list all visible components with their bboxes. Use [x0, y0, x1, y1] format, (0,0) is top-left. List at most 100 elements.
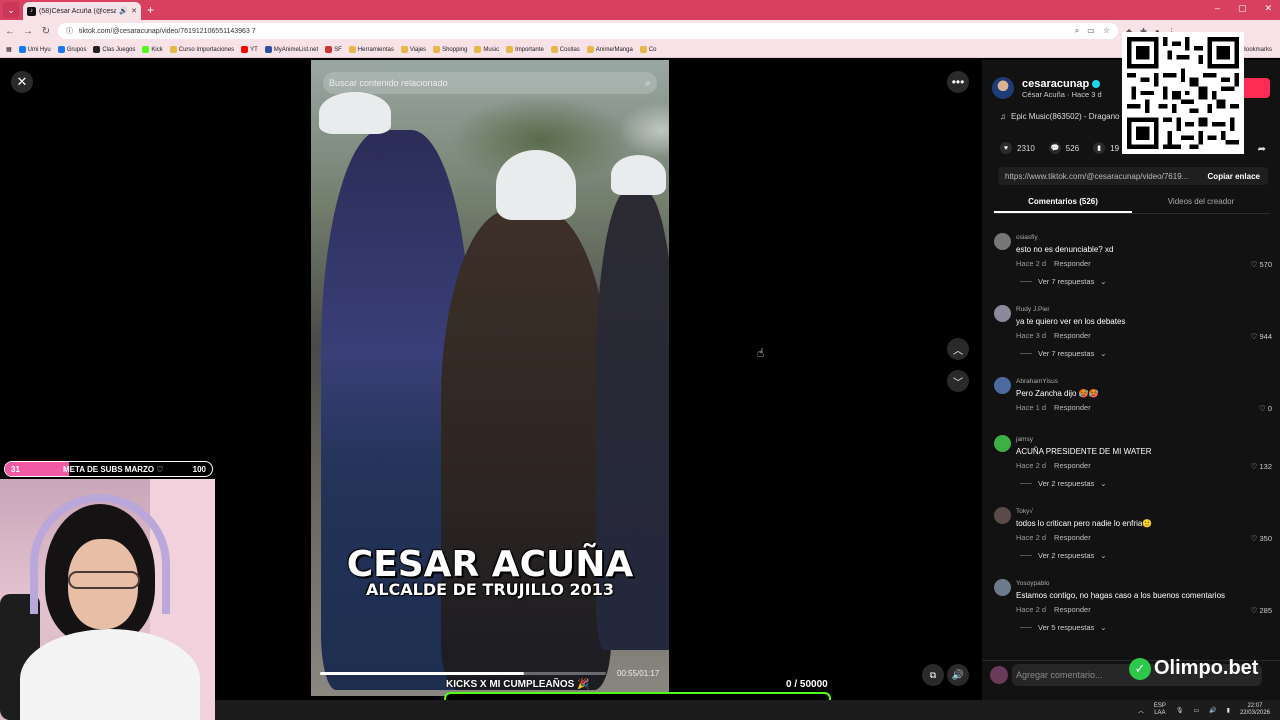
reply-button[interactable]: Responder	[1054, 461, 1091, 470]
sponsor-logo: ✓ Olimpo.bet	[1129, 657, 1258, 680]
battery-icon[interactable]: ▮	[1227, 707, 1230, 714]
reply-button[interactable]: Responder	[1054, 605, 1091, 614]
comment-like-button[interactable]: ♡ 350	[1251, 534, 1272, 543]
comment-like-button[interactable]: ♡ 285	[1251, 606, 1272, 615]
view-replies-button[interactable]: Ver 7 respuestas ⌄	[1020, 349, 1107, 358]
comment-like-button[interactable]: ♡ 570	[1251, 260, 1272, 269]
folder-icon	[586, 46, 594, 53]
close-window-button[interactable]: ✕	[1264, 3, 1272, 14]
bookmark-curso[interactable]: Curso Importaciones	[169, 46, 234, 53]
apps-icon[interactable]: ▦	[6, 46, 12, 53]
bookmark-shopping[interactable]: Shopping	[433, 46, 467, 53]
tab-comments[interactable]: Comentarios (526)	[994, 192, 1132, 213]
video-link[interactable]: https://www.tiktok.com/@cesaracunap/vide…	[1005, 172, 1200, 181]
bookmark-mal[interactable]: MyAnimeList.net	[264, 46, 318, 53]
clock[interactable]: 22:07 22/03/2026	[1240, 703, 1270, 717]
view-replies-button[interactable]: Ver 7 respuestas ⌄	[1020, 277, 1107, 286]
zoom-icon[interactable]: ⌕	[1075, 26, 1079, 36]
like-button[interactable]: ♥ 2310	[1000, 142, 1035, 154]
cast-icon[interactable]: ▭	[1087, 26, 1095, 36]
bookmark-grupos[interactable]: Grupos	[57, 46, 86, 53]
chevron-down-icon: ﹀	[953, 377, 963, 389]
bookmark-music[interactable]: Music	[474, 46, 499, 53]
site-info-icon[interactable]: ⓘ	[66, 26, 73, 36]
panel-tabs: Comentarios (526) Videos del creador	[994, 192, 1270, 214]
back-icon[interactable]: ←	[2, 26, 18, 37]
bookmark-herramientas[interactable]: Herramientas	[348, 46, 394, 53]
picture-in-picture-button[interactable]: ⧉	[922, 664, 944, 686]
comment-like-count: 132	[1259, 462, 1272, 471]
video-progress-bar[interactable]	[320, 672, 606, 675]
bookmark-yt[interactable]: YT	[241, 46, 258, 53]
music-info[interactable]: ♫ Epic Music(863502) - Dragano	[1000, 112, 1120, 121]
minimize-button[interactable]: –	[1215, 3, 1220, 14]
commenter-name[interactable]: AbrahamYisus	[1016, 378, 1058, 385]
folder-icon	[348, 46, 356, 53]
commenter-avatar[interactable]	[994, 305, 1011, 322]
commenter-avatar[interactable]	[994, 579, 1011, 596]
bookmark-cositas[interactable]: Cositas	[550, 46, 580, 53]
commenter-name[interactable]: Toky√	[1016, 508, 1033, 515]
folder-icon	[169, 46, 177, 53]
reply-button[interactable]: Responder	[1054, 331, 1091, 340]
view-replies-button[interactable]: Ver 2 respuestas ⌄	[1020, 479, 1107, 488]
volume-tray-icon[interactable]: 🔊	[1209, 707, 1216, 714]
new-tab-button[interactable]: +	[147, 3, 154, 17]
related-search-input[interactable]: Buscar contenido relacionado ⌕	[323, 72, 657, 94]
search-icon[interactable]: ⌕	[645, 78, 651, 89]
reply-button[interactable]: Responder	[1054, 533, 1091, 542]
hand-cursor-icon: ☝	[757, 346, 765, 360]
bookmark-star-icon[interactable]: ☆	[1103, 26, 1110, 36]
bookmark-umi[interactable]: Umi Hyu	[18, 46, 51, 53]
tab-close-icon[interactable]: ✕	[131, 7, 137, 15]
tray-chevron-icon[interactable]: ︿	[1138, 706, 1144, 715]
audio-icon[interactable]: 🔊	[119, 7, 128, 15]
creator-avatar[interactable]	[992, 77, 1014, 99]
commenter-name[interactable]: osiasfiy	[1016, 234, 1038, 241]
close-video-button[interactable]: ✕	[11, 71, 33, 93]
bookmark-sf[interactable]: SF	[325, 46, 342, 53]
tab-search-icon[interactable]: ⌄	[3, 2, 19, 18]
save-button[interactable]: ▮ 19	[1093, 142, 1119, 154]
commenter-name[interactable]: Yosoypablo	[1016, 580, 1049, 587]
commenter-avatar[interactable]	[994, 435, 1011, 452]
reply-button[interactable]: Responder	[1054, 259, 1091, 268]
monitor-icon[interactable]: ▭	[1194, 707, 1200, 714]
comment-like-button[interactable]: ♡ 132	[1251, 462, 1272, 471]
commenter-name[interactable]: jamsy	[1016, 436, 1033, 443]
next-video-button[interactable]: ﹀	[947, 370, 969, 392]
mic-icon[interactable]: 🎙	[1176, 707, 1184, 714]
bookmark-kick[interactable]: Kick	[142, 46, 163, 53]
maximize-button[interactable]: ▢	[1238, 3, 1247, 14]
bookmark-co[interactable]: Co	[639, 46, 657, 53]
bookmark-viajes[interactable]: Viajes	[400, 46, 426, 53]
url-input[interactable]: ⓘ tiktok.com/@cesaracunap/video/76191210…	[58, 23, 1118, 39]
windows-taskbar: ︿ ESP LAA 🎙 ▭ 🔊 ▮ 22:07 22/03/2026	[215, 700, 1280, 720]
bookmark-importante[interactable]: Importante	[506, 46, 544, 53]
comment-like-button[interactable]: ♡ 944	[1251, 332, 1272, 341]
creator-username[interactable]: cesaracunap	[1022, 78, 1102, 90]
bookmark-clas-juegos[interactable]: Clas Juegos	[93, 46, 135, 53]
view-replies-button[interactable]: Ver 2 respuestas ⌄	[1020, 551, 1107, 560]
folder-icon	[433, 46, 441, 53]
forward-icon[interactable]: →	[20, 26, 36, 37]
browser-tab-active[interactable]: ♪ (58)César Acuña (@cesaracunap) 🔊 ✕	[23, 2, 141, 20]
tab-creator-videos[interactable]: Videos del creador	[1132, 192, 1270, 213]
comment-like-button[interactable]: ♡ 0	[1259, 404, 1272, 413]
language-indicator[interactable]: ESP LAA	[1154, 703, 1166, 717]
volume-button[interactable]: 🔊	[947, 664, 969, 686]
reload-icon[interactable]: ↻	[38, 26, 54, 37]
commenter-name[interactable]: Rudy J.Pier	[1016, 306, 1050, 313]
comment-button[interactable]: 💬 526	[1048, 142, 1079, 154]
video-player[interactable]: Buscar contenido relacionado ⌕ CESAR ACU…	[311, 60, 669, 696]
copy-link-button[interactable]: Copiar enlace	[1200, 172, 1268, 181]
commenter-avatar[interactable]	[994, 233, 1011, 250]
bookmark-anime[interactable]: Anime/Manga	[586, 46, 633, 53]
commenter-avatar[interactable]	[994, 377, 1011, 394]
commenter-avatar[interactable]	[994, 507, 1011, 524]
previous-video-button[interactable]: ︿	[947, 338, 969, 360]
share-icon[interactable]: ➦	[1258, 144, 1266, 155]
view-replies-button[interactable]: Ver 5 respuestas ⌄	[1020, 623, 1107, 632]
reply-button[interactable]: Responder	[1054, 403, 1091, 412]
more-options-button[interactable]: •••	[947, 71, 969, 93]
